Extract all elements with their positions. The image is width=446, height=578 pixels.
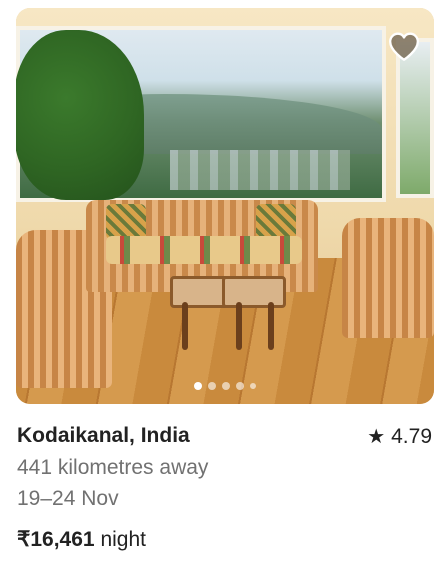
listing-rating: ★ 4.79 xyxy=(367,424,432,449)
photo-table-leg xyxy=(268,302,274,350)
listing-distance: 441 kilometres away xyxy=(17,456,209,479)
photo-table-leg xyxy=(182,302,188,350)
price-amount: ₹16,461 xyxy=(17,528,95,551)
photo-window xyxy=(16,26,386,202)
carousel-dot[interactable] xyxy=(250,383,256,389)
listing-location: Kodaikanal, India xyxy=(17,424,190,447)
photo-trees xyxy=(16,30,144,200)
carousel-dot[interactable] xyxy=(208,382,216,390)
carousel-dot[interactable] xyxy=(222,382,230,390)
carousel-dot[interactable] xyxy=(236,382,244,390)
photo-pillow-left xyxy=(106,204,146,240)
photo-town xyxy=(170,150,350,190)
rating-value: 4.79 xyxy=(391,424,432,448)
listing-card[interactable]: Kodaikanal, India ★ 4.79 441 kilometres … xyxy=(0,0,446,578)
photo-cushion xyxy=(106,236,302,264)
photo-table-right xyxy=(222,276,286,308)
heart-icon[interactable] xyxy=(386,30,422,64)
price-unit: night xyxy=(100,528,146,551)
listing-dates: 19–24 Nov xyxy=(17,487,119,510)
listing-price: ₹16,461 night xyxy=(17,527,146,552)
photo-table-leg xyxy=(236,302,242,350)
carousel-dot[interactable] xyxy=(194,382,202,390)
star-icon: ★ xyxy=(367,426,386,448)
listing-photo[interactable] xyxy=(16,8,434,404)
photo-pillow-right xyxy=(256,204,296,240)
photo-carousel-dots xyxy=(16,382,434,390)
photo-chair-right xyxy=(342,218,434,338)
